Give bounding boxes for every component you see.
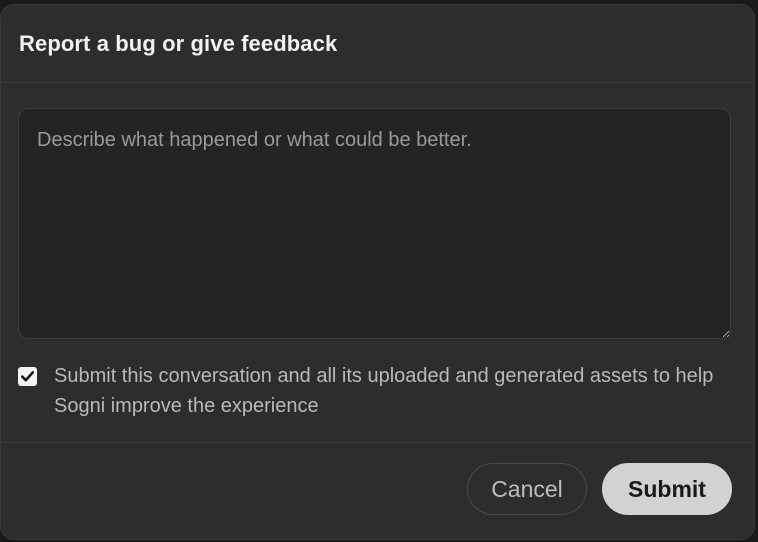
dialog-title: Report a bug or give feedback	[19, 30, 338, 56]
feedback-dialog: Report a bug or give feedback Submit thi…	[0, 4, 755, 540]
consent-row[interactable]: Submit this conversation and all its upl…	[18, 361, 718, 421]
submit-button[interactable]: Submit	[602, 463, 732, 515]
cancel-button[interactable]: Cancel	[467, 463, 587, 515]
feedback-textarea[interactable]	[18, 108, 731, 339]
dialog-header: Report a bug or give feedback	[1, 5, 754, 83]
dialog-body: Submit this conversation and all its upl…	[1, 83, 754, 443]
dialog-footer: Cancel Submit	[1, 443, 754, 539]
consent-label: Submit this conversation and all its upl…	[54, 365, 714, 417]
consent-checkbox[interactable]	[18, 367, 37, 386]
checkmark-icon	[21, 371, 34, 382]
